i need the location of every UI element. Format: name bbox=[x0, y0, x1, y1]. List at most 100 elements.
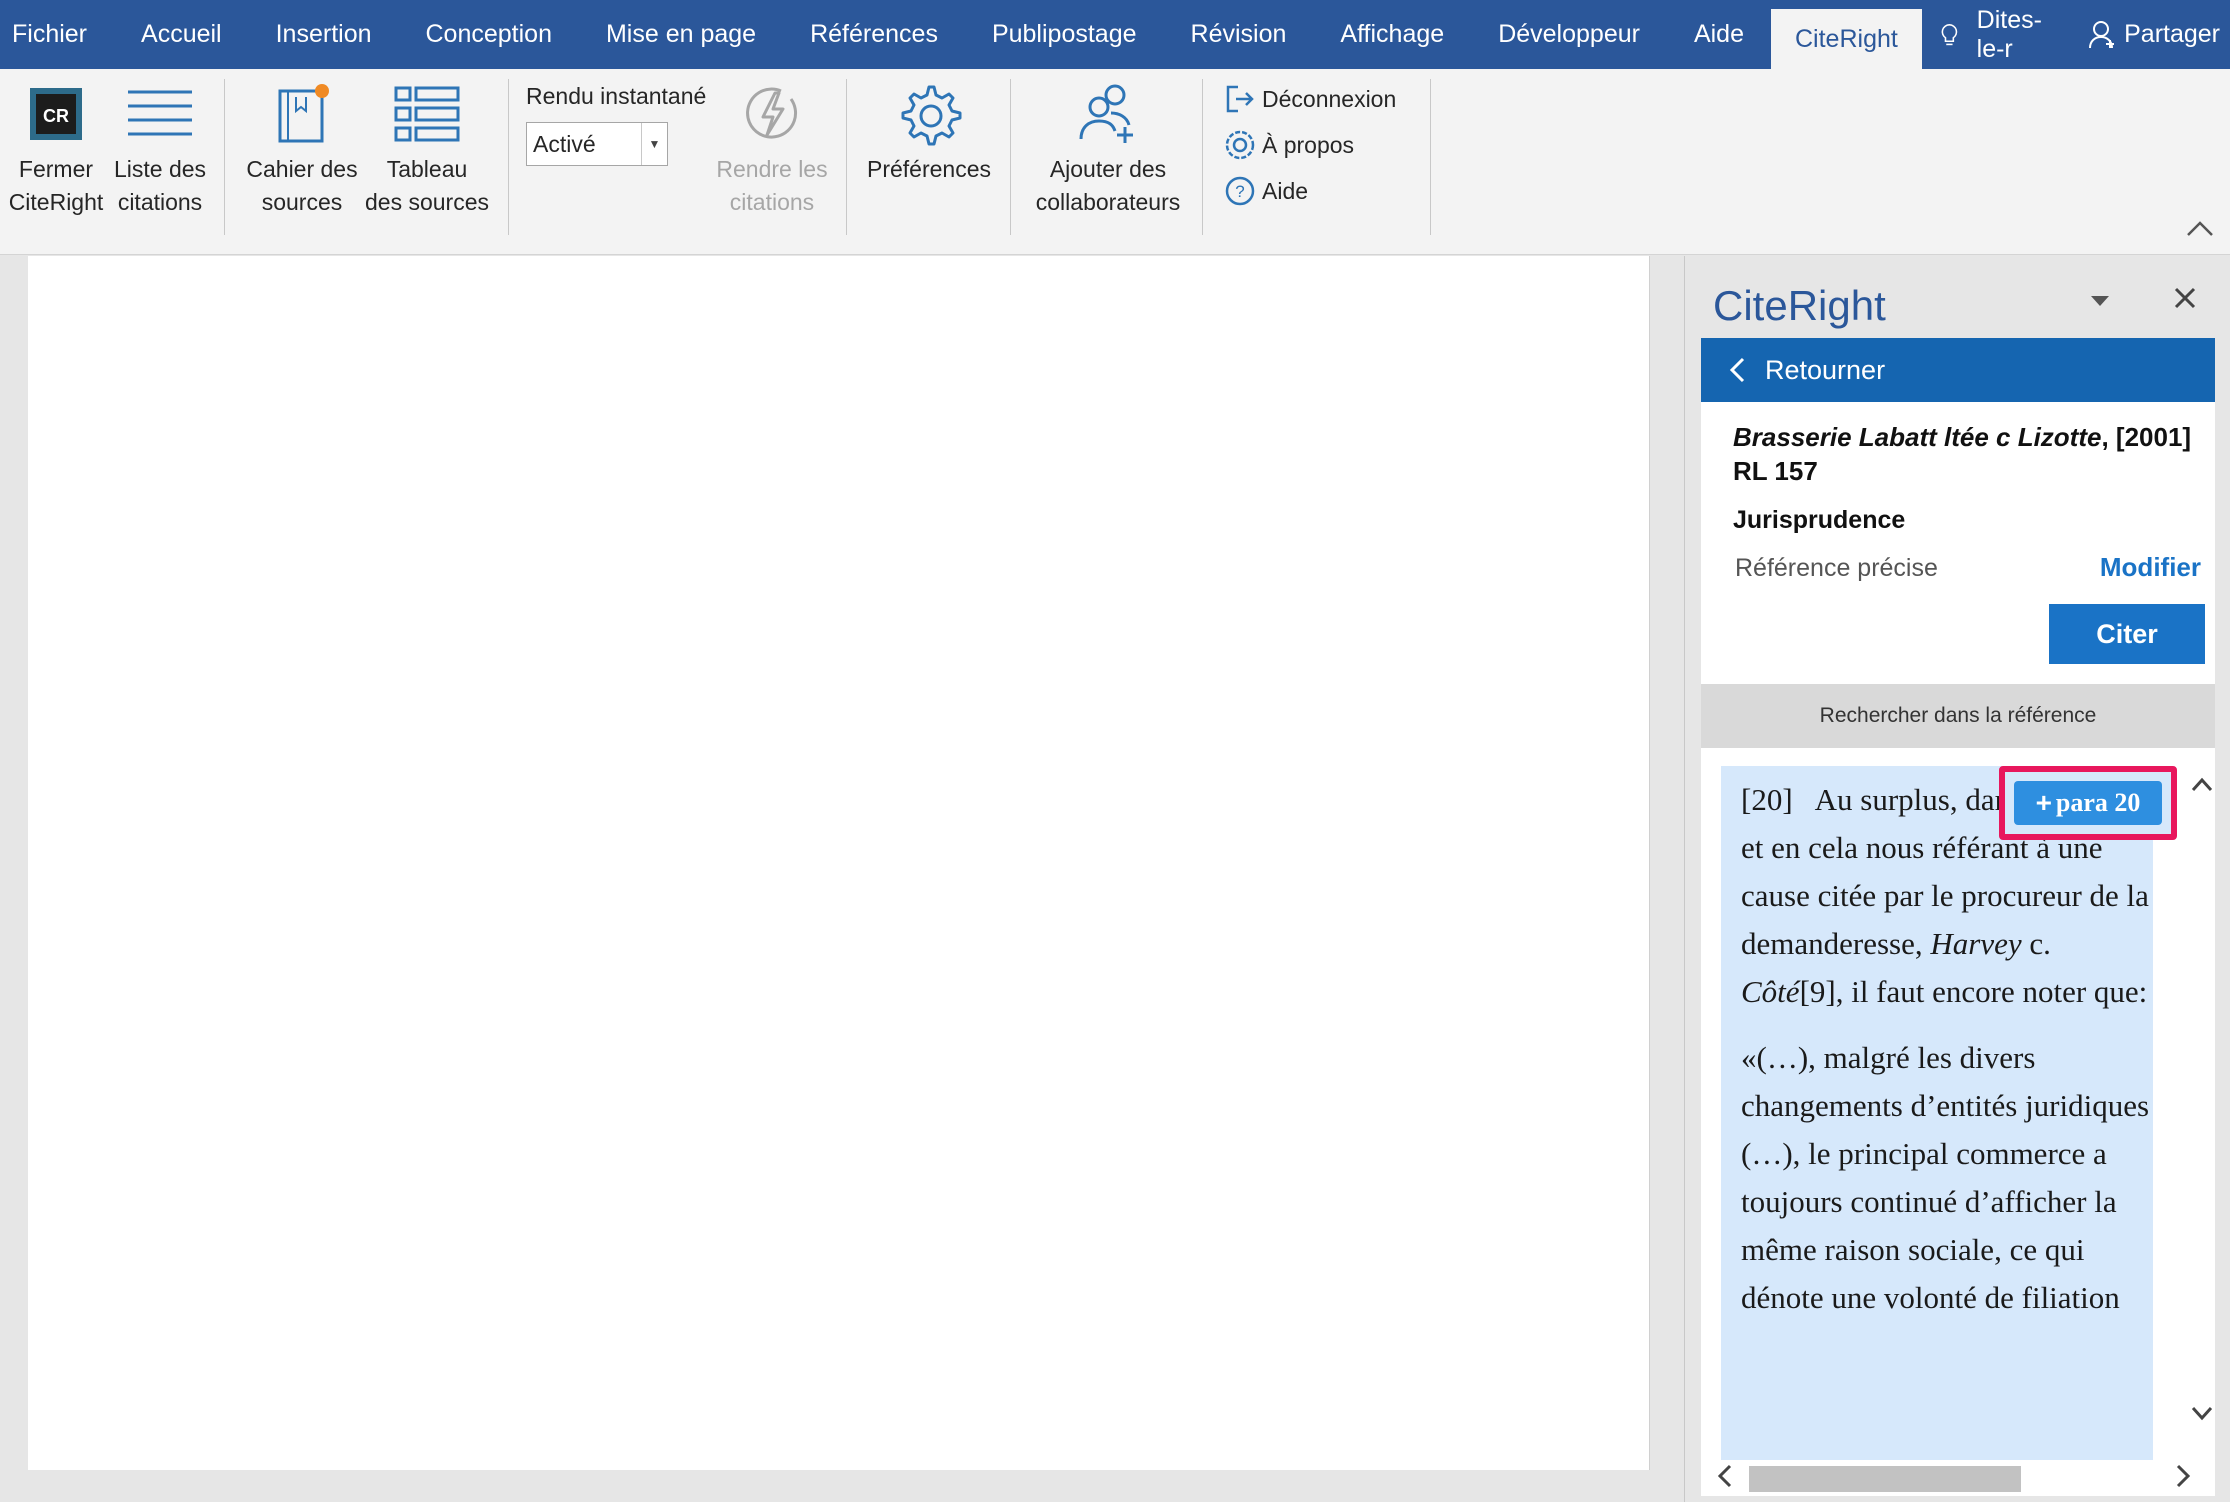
document-area bbox=[0, 256, 1684, 1502]
share-label: Partager bbox=[2124, 20, 2220, 48]
ribbon-separator bbox=[1202, 79, 1203, 235]
svg-text:?: ? bbox=[1235, 182, 1244, 201]
vertical-scrollbar[interactable] bbox=[2191, 748, 2215, 1460]
para-badge-label: para 20 bbox=[2055, 788, 2141, 817]
menu-developpeur[interactable]: Développeur bbox=[1471, 0, 1667, 69]
chevron-right-icon bbox=[2176, 1464, 2191, 1488]
dropdown-arrow-icon[interactable]: ▼ bbox=[641, 123, 667, 165]
chevron-up-icon bbox=[2187, 221, 2213, 236]
scroll-down-button[interactable] bbox=[2191, 1406, 2213, 1427]
citation-list-label: Liste des citations bbox=[113, 156, 207, 215]
back-button[interactable]: Retourner bbox=[1701, 338, 2215, 402]
lightbulb-icon bbox=[1941, 23, 1958, 45]
source-notebook-label: Cahier des sources bbox=[246, 156, 358, 215]
citeright-logo-icon: CR bbox=[30, 88, 82, 140]
pane-title: CiteRight bbox=[1713, 282, 1886, 329]
source-table-button[interactable]: Tableau des sources bbox=[364, 75, 490, 219]
gear-circle-icon bbox=[1225, 130, 1255, 160]
pane-close-button[interactable] bbox=[2173, 286, 2197, 315]
instant-render-select[interactable]: Activé ▼ bbox=[526, 122, 668, 166]
close-citeright-button[interactable]: CR Fermer CiteRight bbox=[4, 75, 108, 219]
menu-references[interactable]: Références bbox=[783, 0, 965, 69]
scroll-left-button[interactable] bbox=[1717, 1464, 1733, 1493]
ribbon-separator bbox=[224, 79, 225, 235]
ribbon-separator bbox=[1430, 79, 1431, 235]
paragraph-case-name: Harvey bbox=[1930, 926, 2022, 961]
para-badge-highlight: + para 20 bbox=[1999, 766, 2177, 840]
instant-render-label: Rendu instantané bbox=[526, 83, 707, 109]
reference-title: Brasserie Labatt ltée c Lizotte, [2001] … bbox=[1733, 420, 2203, 488]
about-label: À propos bbox=[1262, 131, 1355, 158]
menu-revision[interactable]: Révision bbox=[1164, 0, 1314, 69]
horizontal-scrollbar[interactable] bbox=[1701, 1460, 2215, 1496]
person-icon bbox=[2089, 20, 2115, 48]
menu-affichage[interactable]: Affichage bbox=[1313, 0, 1471, 69]
caret-down-icon bbox=[2091, 296, 2109, 306]
menu-insertion[interactable]: Insertion bbox=[249, 0, 399, 69]
pane-options-button[interactable] bbox=[2089, 294, 2111, 313]
notebook-icon bbox=[278, 84, 329, 143]
paragraph-case-name-2: Côté bbox=[1741, 974, 1800, 1009]
tell-me-label: Dites-le-r bbox=[1976, 5, 2042, 63]
add-paragraph-button[interactable]: + para 20 bbox=[2014, 781, 2162, 825]
citeright-pane: CiteRight Retourner Brasserie Labatt lté… bbox=[1684, 256, 2230, 1502]
logout-button[interactable]: Déconnexion bbox=[1224, 79, 1396, 119]
help-label: Aide bbox=[1262, 177, 1309, 204]
chevron-left-icon bbox=[1717, 1464, 1732, 1488]
cite-button[interactable]: Citer bbox=[2049, 604, 2205, 664]
table-icon bbox=[394, 86, 460, 142]
paragraph-number: [20] bbox=[1741, 782, 1793, 817]
help-button[interactable]: ? Aide bbox=[1224, 171, 1308, 211]
close-icon bbox=[2174, 287, 2196, 309]
share-button[interactable]: Partager bbox=[2078, 0, 2230, 69]
reference-case-name: Brasserie Labatt ltée c Lizotte bbox=[1733, 422, 2102, 452]
ribbon: CR Fermer CiteRight Liste des citations bbox=[0, 69, 2230, 255]
source-notebook-button[interactable]: Cahier des sources bbox=[244, 75, 360, 219]
menu-mise-en-page[interactable]: Mise en page bbox=[579, 0, 783, 69]
instant-render-value: Activé bbox=[533, 130, 596, 157]
add-people-icon bbox=[1079, 84, 1133, 143]
modify-link[interactable]: Modifier bbox=[2100, 552, 2201, 583]
ribbon-collapse-button[interactable] bbox=[2186, 219, 2214, 242]
preferences-button[interactable]: Préférences bbox=[862, 75, 996, 186]
add-collaborators-label: Ajouter des collaborateurs bbox=[1035, 156, 1181, 215]
search-in-reference-button[interactable]: Rechercher dans la référence bbox=[1701, 684, 2215, 748]
render-citations-button[interactable]: Rendre les citations bbox=[702, 75, 842, 219]
paragraph-text-c: [9], il faut encore noter que: bbox=[1799, 974, 2148, 1009]
menu-aide[interactable]: Aide bbox=[1667, 0, 1771, 69]
chevron-left-icon bbox=[1729, 357, 1745, 383]
logo-text: CR bbox=[43, 106, 69, 126]
about-button[interactable]: À propos bbox=[1224, 125, 1354, 165]
ribbon-separator bbox=[1010, 79, 1011, 235]
menu-citeright[interactable]: CiteRight bbox=[1771, 9, 1922, 69]
precise-reference-label: Référence précise bbox=[1735, 554, 1938, 582]
logout-icon bbox=[1226, 85, 1254, 113]
menu-bar: Fichier Accueil Insertion Conception Mis… bbox=[0, 0, 2230, 69]
list-icon bbox=[128, 90, 192, 136]
help-icon: ? bbox=[1225, 176, 1255, 206]
menu-publipostage[interactable]: Publipostage bbox=[965, 0, 1164, 69]
menu-accueil[interactable]: Accueil bbox=[114, 0, 249, 69]
preferences-label: Préférences bbox=[866, 156, 991, 182]
reference-type: Jurisprudence bbox=[1733, 506, 1906, 534]
add-collaborators-button[interactable]: Ajouter des collaborateurs bbox=[1024, 75, 1192, 219]
scroll-right-button[interactable] bbox=[2175, 1464, 2191, 1493]
tell-me-box[interactable]: Dites-le-r bbox=[1922, 0, 2078, 69]
menu-fichier[interactable]: Fichier bbox=[0, 0, 114, 69]
reference-text-view[interactable]: [20] Au surplus, dans l’espèce, et en cel… bbox=[1701, 748, 2215, 1460]
chevron-down-icon bbox=[2191, 1406, 2213, 1421]
paragraph-text-b: c. bbox=[2021, 926, 2051, 961]
source-table-label: Tableau des sources bbox=[364, 156, 489, 215]
scroll-up-button[interactable] bbox=[2191, 776, 2213, 797]
chevron-up-icon bbox=[2191, 777, 2213, 792]
reference-card: Brasserie Labatt ltée c Lizotte, [2001] … bbox=[1701, 402, 2215, 684]
ribbon-separator bbox=[846, 79, 847, 235]
citation-list-button[interactable]: Liste des citations bbox=[110, 75, 210, 219]
paragraph-quote: «(…), malgré les divers changements d’en… bbox=[1741, 1040, 2150, 1315]
document-page[interactable] bbox=[28, 256, 1650, 1470]
menu-conception[interactable]: Conception bbox=[399, 0, 579, 69]
render-citations-label: Rendre les citations bbox=[716, 156, 828, 215]
logout-label: Déconnexion bbox=[1262, 85, 1397, 112]
lightning-icon bbox=[746, 87, 798, 139]
horizontal-scroll-thumb[interactable] bbox=[1749, 1466, 2021, 1492]
